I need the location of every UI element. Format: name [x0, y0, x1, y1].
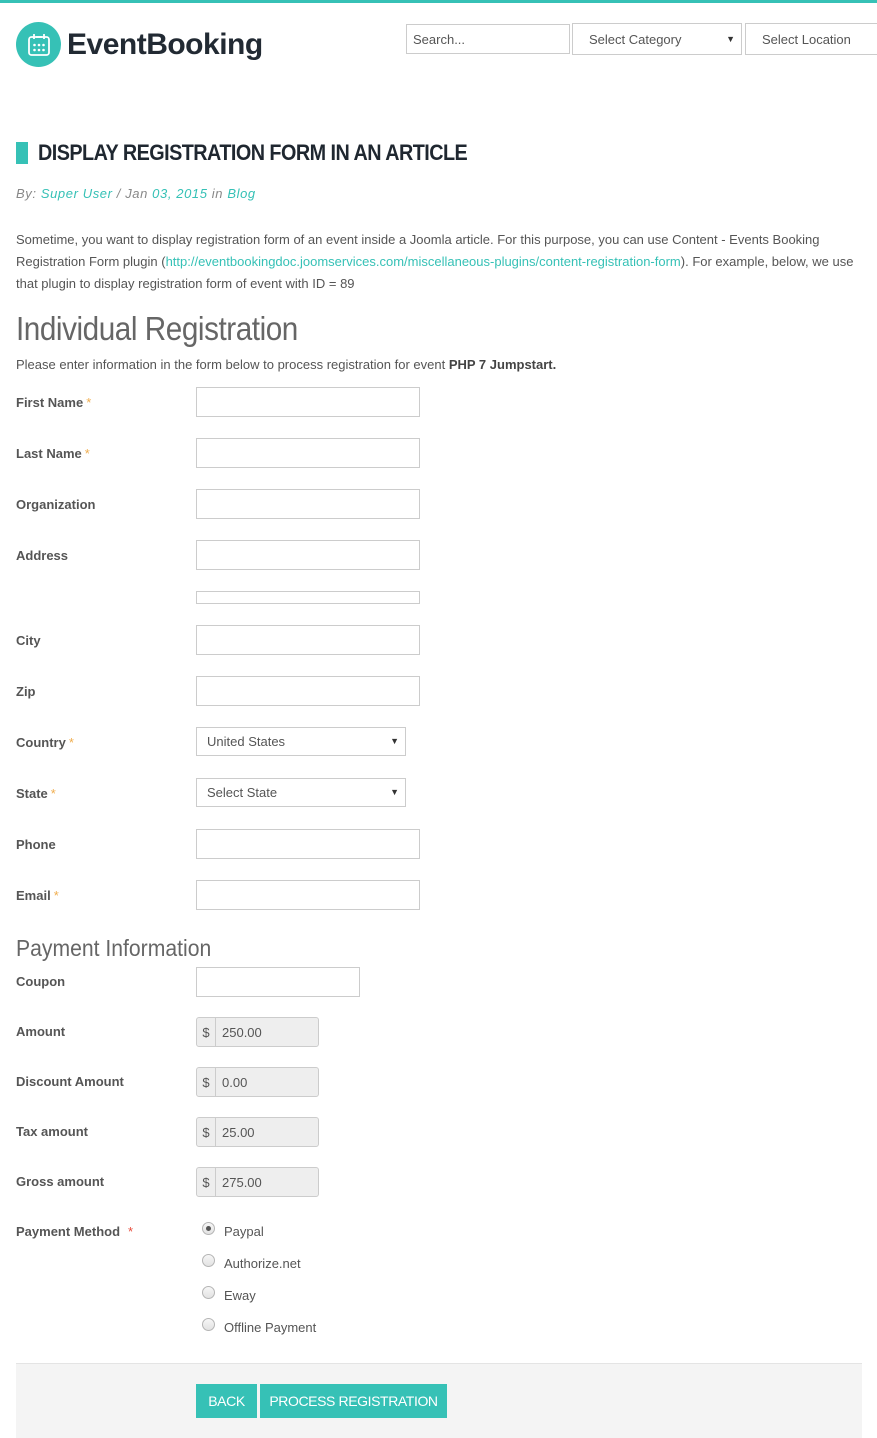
meta-in-label: in	[207, 186, 228, 201]
state-label: State *	[16, 786, 56, 801]
country-label: Country *	[16, 735, 74, 750]
phone-label: Phone	[16, 837, 56, 852]
address2-input[interactable]	[196, 591, 420, 604]
label-text: Email	[16, 888, 51, 903]
currency-symbol: $	[197, 1118, 216, 1146]
gross-amount-field: $ 275.00	[196, 1167, 319, 1197]
first-name-label: First Name *	[16, 395, 91, 410]
form-title: Individual Registration	[16, 310, 298, 347]
article-meta: By: Super User / Jan 03, 2015 in Blog	[16, 186, 256, 201]
back-button[interactable]: BACK	[196, 1384, 257, 1418]
date-link[interactable]: 03, 2015	[152, 186, 207, 201]
chevron-down-icon: ▼	[390, 736, 399, 746]
form-actions: BACK PROCESS REGISTRATION	[16, 1363, 862, 1438]
brand-name: EventBooking	[67, 27, 263, 61]
location-select[interactable]: Select Location	[745, 23, 877, 55]
option-label: Offline Payment	[224, 1320, 317, 1335]
label-text: First Name	[16, 395, 84, 410]
required-marker: *	[86, 395, 92, 410]
state-select[interactable]: Select State ▼	[196, 778, 406, 807]
currency-symbol: $	[197, 1018, 216, 1046]
label-text: Last Name	[16, 446, 82, 461]
option-label: Paypal	[224, 1224, 264, 1239]
form-description: Please enter information in the form bel…	[16, 357, 556, 372]
country-select-value: United States	[207, 734, 286, 749]
tax-amount-field: $ 25.00	[196, 1117, 319, 1147]
state-select-value: Select State	[207, 785, 278, 800]
plugin-doc-link[interactable]: http://eventbookingdoc.joomservices.com/…	[166, 254, 681, 269]
top-accent-bar	[0, 0, 877, 3]
discount-amount-label: Discount Amount	[16, 1074, 124, 1089]
article-title: DISPLAY REGISTRATION FORM IN AN ARTICLE	[16, 140, 515, 166]
tax-amount-value: 25.00	[222, 1124, 255, 1140]
coupon-label: Coupon	[16, 974, 66, 989]
process-registration-button[interactable]: PROCESS REGISTRATION	[260, 1384, 447, 1418]
gross-amount-value: 275.00	[222, 1174, 262, 1190]
last-name-input[interactable]	[196, 438, 420, 468]
payment-option-eway[interactable]: Eway	[202, 1286, 256, 1303]
required-marker: *	[84, 446, 90, 461]
coupon-input[interactable]	[196, 967, 360, 997]
event-name: PHP 7 Jumpstart.	[448, 357, 557, 372]
payment-option-offline[interactable]: Offline Payment	[202, 1318, 317, 1335]
category-select-value: Select Category	[589, 31, 682, 47]
discount-amount-value: 0.00	[222, 1074, 248, 1090]
address-label: Address	[16, 548, 69, 563]
article-intro: Sometime, you want to display registrati…	[16, 229, 866, 295]
address-input[interactable]	[196, 540, 420, 570]
phone-input[interactable]	[196, 829, 420, 859]
required-marker: *	[68, 735, 74, 750]
city-input[interactable]	[196, 625, 420, 655]
city-label: City	[16, 633, 41, 648]
radio-unchecked-icon[interactable]	[202, 1318, 215, 1331]
first-name-input[interactable]	[196, 387, 420, 417]
option-label: Eway	[224, 1288, 256, 1303]
payment-section-title: Payment Information	[16, 935, 212, 961]
option-label: Authorize.net	[224, 1256, 301, 1271]
meta-separator: / Jan	[112, 186, 153, 201]
currency-symbol: $	[197, 1068, 216, 1096]
label-text: Payment Method	[16, 1224, 121, 1239]
radio-checked-icon[interactable]	[202, 1222, 215, 1235]
organization-label: Organization	[16, 497, 96, 512]
currency-symbol: $	[197, 1168, 216, 1196]
label-text: Country	[16, 735, 66, 750]
discount-amount-field: $ 0.00	[196, 1067, 319, 1097]
email-label: Email *	[16, 888, 59, 903]
search-input[interactable]	[406, 24, 570, 54]
email-input[interactable]	[196, 880, 420, 910]
location-select-value: Select Location	[762, 31, 851, 47]
amount-label: Amount	[16, 1024, 66, 1039]
payment-option-paypal[interactable]: Paypal	[202, 1222, 264, 1239]
payment-option-authorize-net[interactable]: Authorize.net	[202, 1254, 301, 1271]
zip-label: Zip	[16, 684, 36, 699]
country-select[interactable]: United States ▼	[196, 727, 406, 756]
amount-field: $ 250.00	[196, 1017, 319, 1047]
radio-unchecked-icon[interactable]	[202, 1286, 215, 1299]
article-title-text: DISPLAY REGISTRATION FORM IN AN ARTICLE	[38, 140, 468, 165]
gross-amount-label: Gross amount	[16, 1174, 105, 1189]
organization-input[interactable]	[196, 489, 420, 519]
payment-method-label: Payment Method *	[16, 1224, 133, 1239]
required-marker: *	[128, 1224, 134, 1239]
title-accent-bar	[16, 142, 28, 164]
author-link[interactable]: Super User	[41, 186, 113, 201]
last-name-label: Last Name *	[16, 446, 90, 461]
chevron-down-icon: ▼	[726, 34, 735, 44]
amount-value: 250.00	[222, 1024, 262, 1040]
label-text: State	[16, 786, 48, 801]
required-marker: *	[50, 786, 56, 801]
chevron-down-icon: ▼	[390, 787, 399, 797]
radio-unchecked-icon[interactable]	[202, 1254, 215, 1267]
tax-amount-label: Tax amount	[16, 1124, 88, 1139]
category-select[interactable]: Select Category ▼	[572, 23, 742, 55]
calendar-icon	[16, 22, 61, 67]
meta-by-label: By:	[16, 186, 37, 201]
form-description-text: Please enter information in the form bel…	[16, 357, 449, 372]
required-marker: *	[53, 888, 59, 903]
category-link[interactable]: Blog	[227, 186, 255, 201]
site-logo[interactable]: EventBooking	[16, 22, 263, 67]
zip-input[interactable]	[196, 676, 420, 706]
